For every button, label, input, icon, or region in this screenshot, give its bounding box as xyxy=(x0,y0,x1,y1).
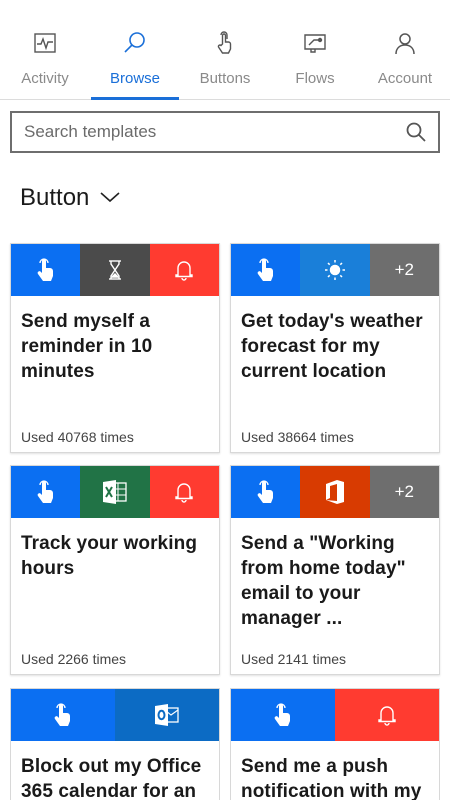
top-nav: Activity Browse Buttons Flows Account xyxy=(0,0,450,100)
connector-strip xyxy=(231,689,439,741)
tab-account[interactable]: Account xyxy=(360,0,450,99)
more-count: +2 xyxy=(369,244,439,296)
flows-icon xyxy=(302,30,328,56)
outlook-icon xyxy=(115,689,219,741)
connector-strip xyxy=(11,466,219,518)
card-title: Block out my Office 365 calendar for an xyxy=(21,756,202,800)
category-title: Button xyxy=(20,184,90,211)
touch-icon xyxy=(11,689,115,741)
touch-icon xyxy=(231,244,301,296)
more-count: +2 xyxy=(369,466,439,518)
sun-icon xyxy=(300,244,370,296)
tab-account-label: Account xyxy=(377,70,433,87)
connector-strip xyxy=(11,244,219,296)
search-icon xyxy=(122,30,148,56)
bell-icon xyxy=(335,689,439,741)
tab-buttons[interactable]: Buttons xyxy=(180,0,270,99)
chevron-down-icon xyxy=(99,190,121,209)
search-input[interactable] xyxy=(24,122,404,142)
category-selector[interactable]: Button xyxy=(20,184,121,212)
template-card[interactable]: Send myself a reminder in 10 minutes Use… xyxy=(10,243,220,453)
tab-flows-label: Flows xyxy=(295,70,335,87)
bell-icon xyxy=(149,244,219,296)
touch-icon xyxy=(11,466,81,518)
template-card[interactable]: Track your working hours Used 2266 times xyxy=(10,465,220,675)
touch-icon xyxy=(231,466,301,518)
search-box xyxy=(10,111,440,153)
usage-count: Used 2266 times xyxy=(21,651,127,667)
card-title: Send myself a reminder in 10 minutes xyxy=(21,311,153,382)
connector-strip: +2 xyxy=(231,466,439,518)
bell-icon xyxy=(149,466,219,518)
office-icon xyxy=(300,466,370,518)
tab-browse-label: Browse xyxy=(109,70,161,87)
template-card[interactable]: +2 Send a "Working from home today" emai… xyxy=(230,465,440,675)
usage-count: Used 40768 times xyxy=(21,429,134,445)
connector-strip: +2 xyxy=(231,244,439,296)
touch-icon xyxy=(212,30,238,56)
tab-buttons-label: Buttons xyxy=(199,70,251,87)
card-title: Send me a push notification with my xyxy=(241,756,422,800)
tab-activity[interactable]: Activity xyxy=(0,0,90,99)
touch-icon xyxy=(231,689,335,741)
person-icon xyxy=(392,30,418,56)
usage-count: Used 38664 times xyxy=(241,429,354,445)
template-card[interactable]: Send me a push notification with my xyxy=(230,688,440,800)
search-icon[interactable] xyxy=(404,120,428,144)
card-title: Track your working hours xyxy=(21,533,198,579)
excel-icon xyxy=(80,466,150,518)
card-title: Send a "Working from home today" email t… xyxy=(241,533,406,629)
template-card[interactable]: +2 Get today's weather forecast for my c… xyxy=(230,243,440,453)
activity-icon xyxy=(32,30,58,56)
touch-icon xyxy=(11,244,81,296)
usage-count: Used 2141 times xyxy=(241,651,347,667)
tab-activity-label: Activity xyxy=(21,70,69,87)
template-card[interactable]: Block out my Office 365 calendar for an xyxy=(10,688,220,800)
connector-strip xyxy=(11,689,219,741)
hourglass-icon xyxy=(80,244,150,296)
tab-flows[interactable]: Flows xyxy=(270,0,360,99)
card-title: Get today's weather forecast for my curr… xyxy=(241,311,423,382)
tab-browse[interactable]: Browse xyxy=(90,0,180,100)
